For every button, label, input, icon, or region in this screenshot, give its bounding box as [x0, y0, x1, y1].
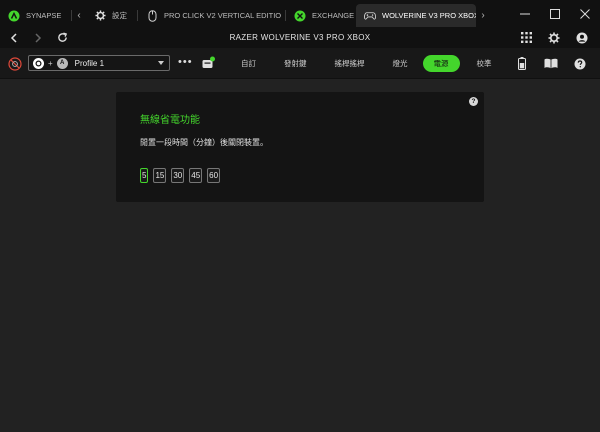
tab-customize[interactable]: 自訂	[230, 55, 267, 72]
forward-arrow-icon	[35, 32, 42, 43]
help-button[interactable]	[565, 58, 594, 70]
nav-right-tools	[512, 27, 596, 48]
refresh-button[interactable]	[52, 27, 72, 48]
minimize-icon	[520, 13, 530, 14]
guide-button[interactable]	[536, 58, 565, 69]
main-content: ? 無線省電功能 閒置一段時間（分鐘）後關閉裝置。 5 15 30 45 60	[0, 80, 600, 432]
battery-button[interactable]	[507, 57, 536, 70]
gear-icon	[548, 32, 560, 43]
apps-grid-icon	[520, 32, 532, 43]
minimize-button[interactable]	[510, 0, 540, 27]
device-toolbar: + A Profile 1 ••• 自訂 發射鍵 搖桿搖桿 燈光 電源 校準	[0, 48, 600, 79]
chevron-down-icon	[158, 61, 164, 65]
more-options-button[interactable]: •••	[178, 57, 193, 68]
apps-grid-button[interactable]	[512, 27, 540, 48]
section-description: 閒置一段時間（分鐘）後關閉裝置。	[140, 138, 268, 147]
battery-icon	[517, 57, 526, 70]
tab-label: EXCHANGE	[312, 11, 355, 20]
gear-icon	[94, 10, 106, 22]
tab-label: WOLVERINE V3 PRO XBOX	[382, 11, 476, 20]
tab-thumbsticks[interactable]: 搖桿搖桿	[324, 55, 376, 72]
section-tabs: 自訂 發射鍵 搖桿搖桿 燈光 電源 校準	[230, 55, 503, 72]
tab-pro-click[interactable]: PRO CLICK V2 VERTICAL EDITIO	[138, 4, 286, 27]
razer-logo-icon	[8, 10, 20, 22]
user-avatar-icon	[576, 32, 588, 43]
tab-scroll-left-icon[interactable]: ‹	[72, 4, 86, 27]
profile-name: Profile 1	[74, 58, 105, 68]
maximize-icon	[550, 8, 560, 19]
timeout-option-15[interactable]: 15	[153, 168, 167, 183]
idle-timeout-options: 5 15 30 45 60	[140, 168, 221, 183]
tab-power[interactable]: 電源	[422, 55, 460, 72]
tab-wolverine[interactable]: WOLVERINE V3 PRO XBOX	[356, 4, 476, 27]
tab-label: PRO CLICK V2 VERTICAL EDITIO	[164, 11, 282, 20]
refresh-icon	[57, 32, 67, 42]
profile-button-a-icon: A	[56, 57, 68, 69]
tab-exchange[interactable]: EXCHANGE	[286, 4, 356, 27]
timeout-option-30[interactable]: 30	[171, 168, 185, 183]
tab-settings[interactable]: 設定	[86, 4, 138, 27]
device-status-icon[interactable]	[201, 56, 215, 70]
timeout-option-5[interactable]: 5	[140, 168, 149, 183]
plus-sign: +	[48, 58, 53, 68]
tab-triggers[interactable]: 發射鍵	[273, 55, 318, 72]
toolbar-right	[507, 55, 594, 72]
nav-bar: RAZER WOLVERINE V3 PRO XBOX	[0, 27, 600, 48]
mouse-icon	[146, 9, 158, 22]
tab-calibration[interactable]: 校準	[466, 55, 503, 72]
help-icon[interactable]: ?	[469, 97, 478, 106]
forward-button[interactable]	[28, 27, 48, 48]
profile-button-o-icon	[33, 57, 44, 69]
no-sync-icon[interactable]	[8, 57, 22, 71]
account-button[interactable]	[568, 27, 596, 48]
tab-label: 設定	[112, 11, 127, 20]
book-icon	[544, 58, 557, 69]
section-title: 無線省電功能	[140, 115, 200, 126]
tab-synapse[interactable]: SYNAPSE	[0, 4, 72, 27]
timeout-option-45[interactable]: 45	[189, 168, 203, 183]
settings-button[interactable]	[540, 27, 568, 48]
close-icon	[580, 8, 590, 19]
tab-lighting[interactable]: 燈光	[382, 55, 419, 72]
back-button[interactable]	[4, 27, 24, 48]
help-circle-icon	[574, 58, 585, 69]
gamepad-icon	[364, 10, 376, 22]
back-arrow-icon	[10, 32, 17, 43]
tab-label: SYNAPSE	[26, 11, 62, 20]
maximize-button[interactable]	[540, 0, 570, 27]
window-controls	[510, 0, 600, 27]
exchange-icon	[294, 10, 306, 22]
tab-scroll-right-icon[interactable]: ›	[476, 4, 490, 27]
title-bar: SYNAPSE ‹ 設定 PRO CLICK V2 VERTICAL EDITI…	[0, 0, 600, 27]
profile-dropdown[interactable]: + A Profile 1	[28, 55, 170, 71]
power-saving-card: ? 無線省電功能 閒置一段時間（分鐘）後關閉裝置。 5 15 30 45 60	[116, 92, 484, 202]
device-title: RAZER WOLVERINE V3 PRO XBOX	[229, 33, 371, 42]
close-button[interactable]	[570, 0, 600, 27]
timeout-option-60[interactable]: 60	[207, 168, 221, 183]
